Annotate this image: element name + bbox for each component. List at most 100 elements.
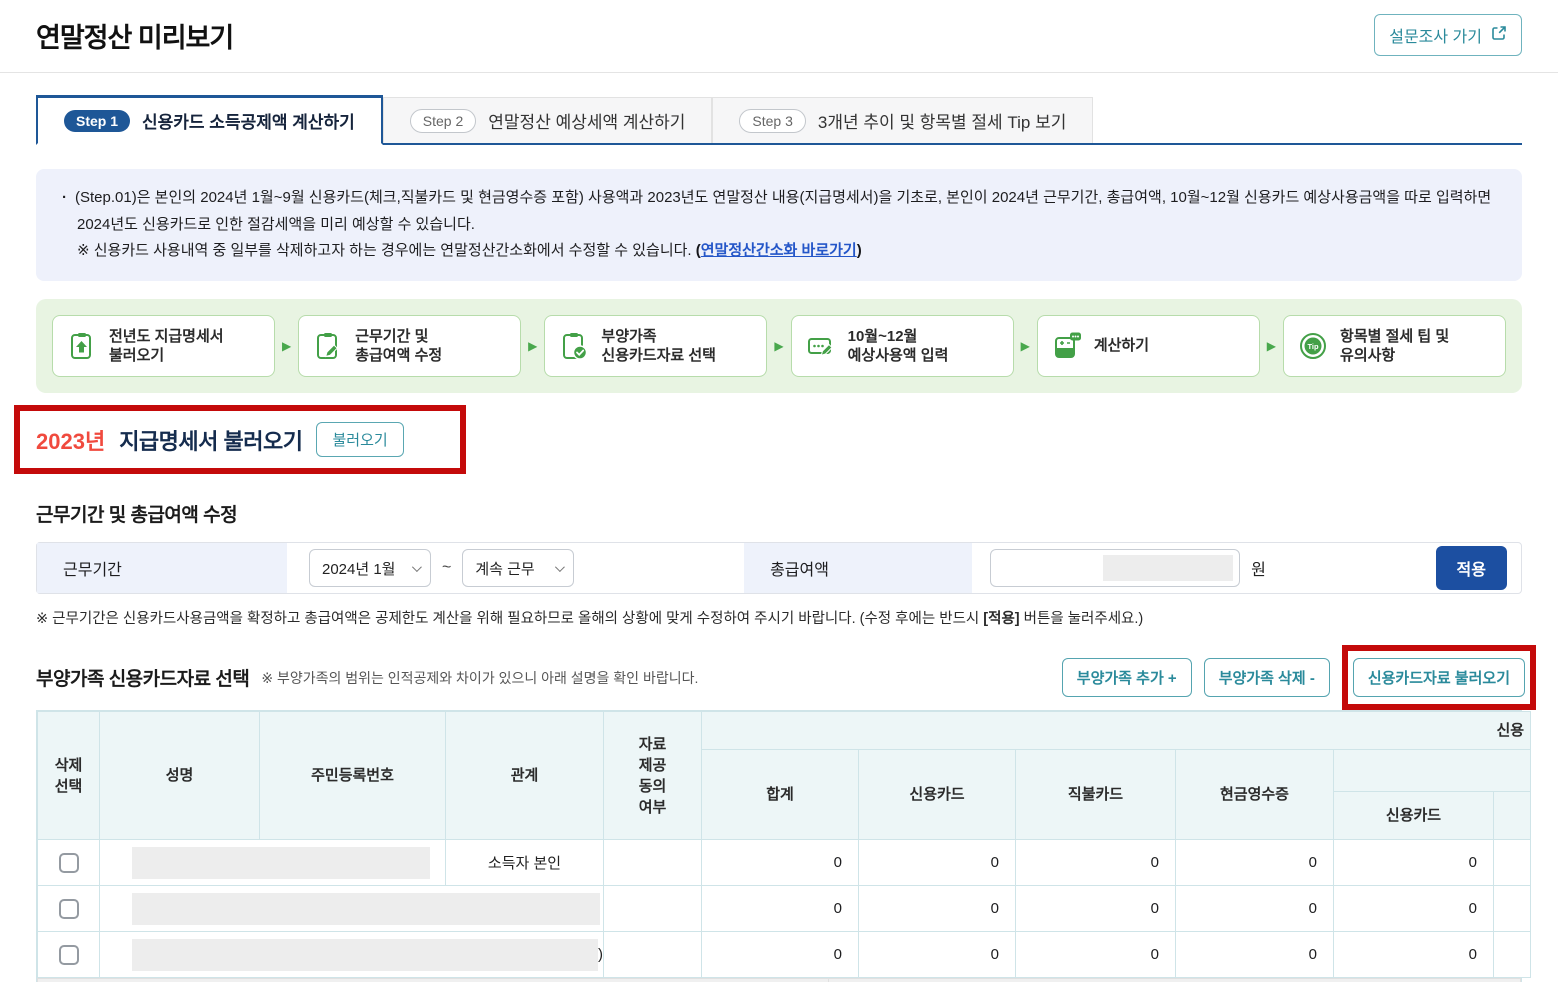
redaction-mask — [132, 846, 430, 879]
flow-card-calculate: 계산하기 — [1036, 315, 1260, 378]
card-edit-icon — [806, 331, 836, 361]
col-header-name: 성명 — [99, 711, 260, 841]
flow-arrow-icon: ▶ — [1020, 339, 1030, 354]
bullet: · — [62, 189, 67, 206]
flow-arrow-icon: ▶ — [281, 339, 292, 354]
masked-name-cell — [99, 839, 446, 887]
left-pane-scrollbar[interactable]: ◀ ▶ — [37, 978, 828, 982]
row-checkbox[interactable] — [58, 898, 79, 919]
tab-step3-trend-tips[interactable]: Step 3 3개년 추이 및 항목별 절세 Tip 보기 — [712, 97, 1094, 143]
page-title: 연말정산 미리보기 — [36, 22, 234, 53]
import-card-data-annotation-box: 신용카드자료 불러오기 — [1341, 645, 1536, 711]
family-section-header: 부양가족 신용카드자료 선택 ※ 부양가족의 범위는 인적공제와 차이가 있으니… — [36, 645, 1536, 711]
col-header-cash-receipt: 현금영수증 — [1175, 749, 1334, 841]
flow-step-label: 전년도 지급명세서 불러오기 — [109, 327, 224, 365]
credit-card-cell: 0 — [858, 885, 1016, 933]
col-subgroup-clipped — [1332, 749, 1532, 793]
flow-step-label: 10월~12월 예상사용액 입력 — [847, 327, 949, 365]
right-pane-scrollbar[interactable]: ◀ ▶ — [827, 978, 1521, 982]
col-header-delete-select: 삭제 선택 — [37, 711, 100, 841]
tab-step1-credit-card-deduction[interactable]: Step 1 신용카드 소득공제액 계산하기 — [36, 95, 383, 145]
step2-badge: Step 2 — [409, 108, 477, 133]
partial-cell — [1492, 839, 1532, 887]
currency-unit: 원 — [1251, 562, 1266, 580]
survey-button[interactable]: 설문조사 가기 — [1374, 14, 1522, 56]
consent-cell — [603, 839, 702, 887]
clipboard-check-icon — [559, 331, 589, 361]
flow-step-label: 부양가족 신용카드자료 선택 — [601, 327, 716, 365]
table-row: 0 0 0 0 0 — [37, 885, 1532, 933]
page: 연말정산 미리보기 설문조사 가기 — [0, 0, 1558, 72]
masked-name-cell — [99, 885, 604, 933]
family-buttons: 부양가족 추가 + 부양가족 삭제 - 신용카드자료 불러오기 — [1061, 645, 1536, 711]
flow-step-label: 항목별 절세 팁 및 유의사항 — [1340, 327, 1450, 365]
work-end-select[interactable]: 계속 근무 — [462, 549, 575, 588]
import-statement-annotation-box: 2023년 지급명세서 불러오기 불러오기 — [14, 405, 466, 475]
total-cell: 0 — [701, 931, 859, 979]
header-divider — [0, 72, 1558, 73]
col-header-resident-number: 주민등록번호 — [259, 711, 446, 841]
paren-close: ) — [856, 242, 862, 260]
family-section-note: ※ 부양가족의 범위는 인적공제와 차이가 있으니 아래 설명을 확인 바랍니다… — [261, 669, 699, 686]
flow-card-tips: Tip 항목별 절세 팁 및 유의사항 — [1283, 315, 1506, 378]
import-title: 지급명세서 불러오기 — [119, 428, 303, 454]
work-section-heading: 근무기간 및 총급여액 수정 — [36, 505, 238, 527]
col-header-sub-credit-card: 신용카드 — [1333, 791, 1494, 841]
row-checkbox[interactable] — [58, 944, 79, 965]
import-year-label: 2023년 — [36, 428, 106, 454]
col-header-consent: 자료 제공 동의 여부 — [603, 711, 702, 841]
load-statement-button[interactable]: 불러오기 — [316, 422, 404, 458]
add-dependent-button[interactable]: 부양가족 추가 + — [1061, 658, 1192, 698]
cash-receipt-cell: 0 — [1175, 839, 1334, 887]
apply-button[interactable]: 적용 — [1435, 546, 1507, 591]
notice-line2: 2024년도 신용카드로 인한 절감세액을 미리 예상할 수 있습니다. — [77, 215, 475, 233]
calculator-icon — [1052, 331, 1082, 361]
total-salary-label: 총급여액 — [744, 543, 973, 594]
notice-line3-text: ※ 신용카드 사용내역 중 일부를 삭제하고자 하는 경우에는 연말정산간소화에… — [77, 242, 696, 260]
relation-cell: 소득자 본인 — [445, 839, 604, 887]
family-section-heading: 부양가족 신용카드자료 선택 — [36, 669, 250, 691]
process-flowbar: 전년도 지급명세서 불러오기 ▶ 근무기간 및 총급여액 수정 ▶ 부양가족 신용카드… — [36, 299, 1522, 394]
svg-text:Tip: Tip — [1307, 342, 1319, 351]
total-cell: 0 — [701, 885, 859, 933]
debit-card-cell: 0 — [1015, 839, 1176, 887]
tab-step2-estimated-tax[interactable]: Step 2 연말정산 예상세액 계산하기 — [382, 97, 713, 143]
flow-arrow-icon: ▶ — [774, 339, 784, 354]
table-scrollbars: ◀ ▶ ◀ ▶ — [36, 978, 1522, 982]
flow-card-edit-period: 근무기간 및 총급여액 수정 — [298, 315, 522, 378]
col-header-credit-card: 신용카드 — [858, 749, 1016, 841]
col-header-total: 합계 — [701, 749, 859, 841]
table-row: 소득자 본인 0 0 0 0 0 — [37, 839, 1532, 887]
sub-credit-card-cell: 0 — [1333, 839, 1494, 887]
notice-line1: (Step.01)은 본인의 2024년 1월~9월 신용카드(체크,직불카드 … — [75, 189, 1492, 206]
work-note-bold: [적용] — [983, 611, 1020, 628]
flow-step-label: 계산하기 — [1093, 337, 1150, 355]
flow-step-label: 근무기간 및 총급여액 수정 — [355, 327, 443, 365]
tip-icon: Tip — [1298, 331, 1328, 361]
work-start-select[interactable]: 2024년 1월 — [309, 549, 431, 588]
tab-step2-label: 연말정산 예상세액 계산하기 — [488, 113, 686, 132]
sub-credit-card-cell: 0 — [1333, 885, 1494, 933]
simplified-service-link[interactable]: 연말정산간소화 바로가기 — [701, 242, 857, 259]
survey-button-label: 설문조사 가기 — [1389, 29, 1482, 46]
redaction-mask — [132, 892, 600, 925]
col-header-relation: 관계 — [445, 711, 604, 841]
tab-step1-label: 신용카드 소득공제액 계산하기 — [142, 113, 355, 132]
debit-card-cell: 0 — [1015, 931, 1176, 979]
work-period-form: 근무기간 2024년 1월 ~ 계속 근무 총급여액 원 적용 — [36, 542, 1522, 595]
range-separator: ~ — [442, 559, 452, 577]
import-card-data-button[interactable]: 신용카드자료 불러오기 — [1352, 658, 1525, 698]
work-form-note: ※ 근무기간은 신용카드사용금액을 확정하고 총급여액은 공제한도 계산을 위해… — [36, 607, 1522, 628]
partial-cell — [1492, 885, 1532, 933]
work-end-value: 계속 근무 — [475, 560, 535, 578]
flow-card-select-dependents: 부양가족 신용카드자료 선택 — [544, 315, 768, 378]
step-tabs: Step 1 신용카드 소득공제액 계산하기 Step 2 연말정산 예상세액 … — [36, 95, 1522, 145]
step1-badge: Step 1 — [64, 109, 131, 132]
col-group-usage: 신용 — [700, 711, 1532, 751]
consent-cell — [603, 885, 702, 933]
remove-dependent-button[interactable]: 부양가족 삭제 - — [1203, 658, 1330, 698]
row-checkbox[interactable] — [58, 852, 79, 873]
total-salary-input[interactable] — [990, 549, 1241, 588]
flow-card-import-statement: 전년도 지급명세서 불러오기 — [52, 315, 275, 378]
consent-cell — [603, 931, 702, 979]
